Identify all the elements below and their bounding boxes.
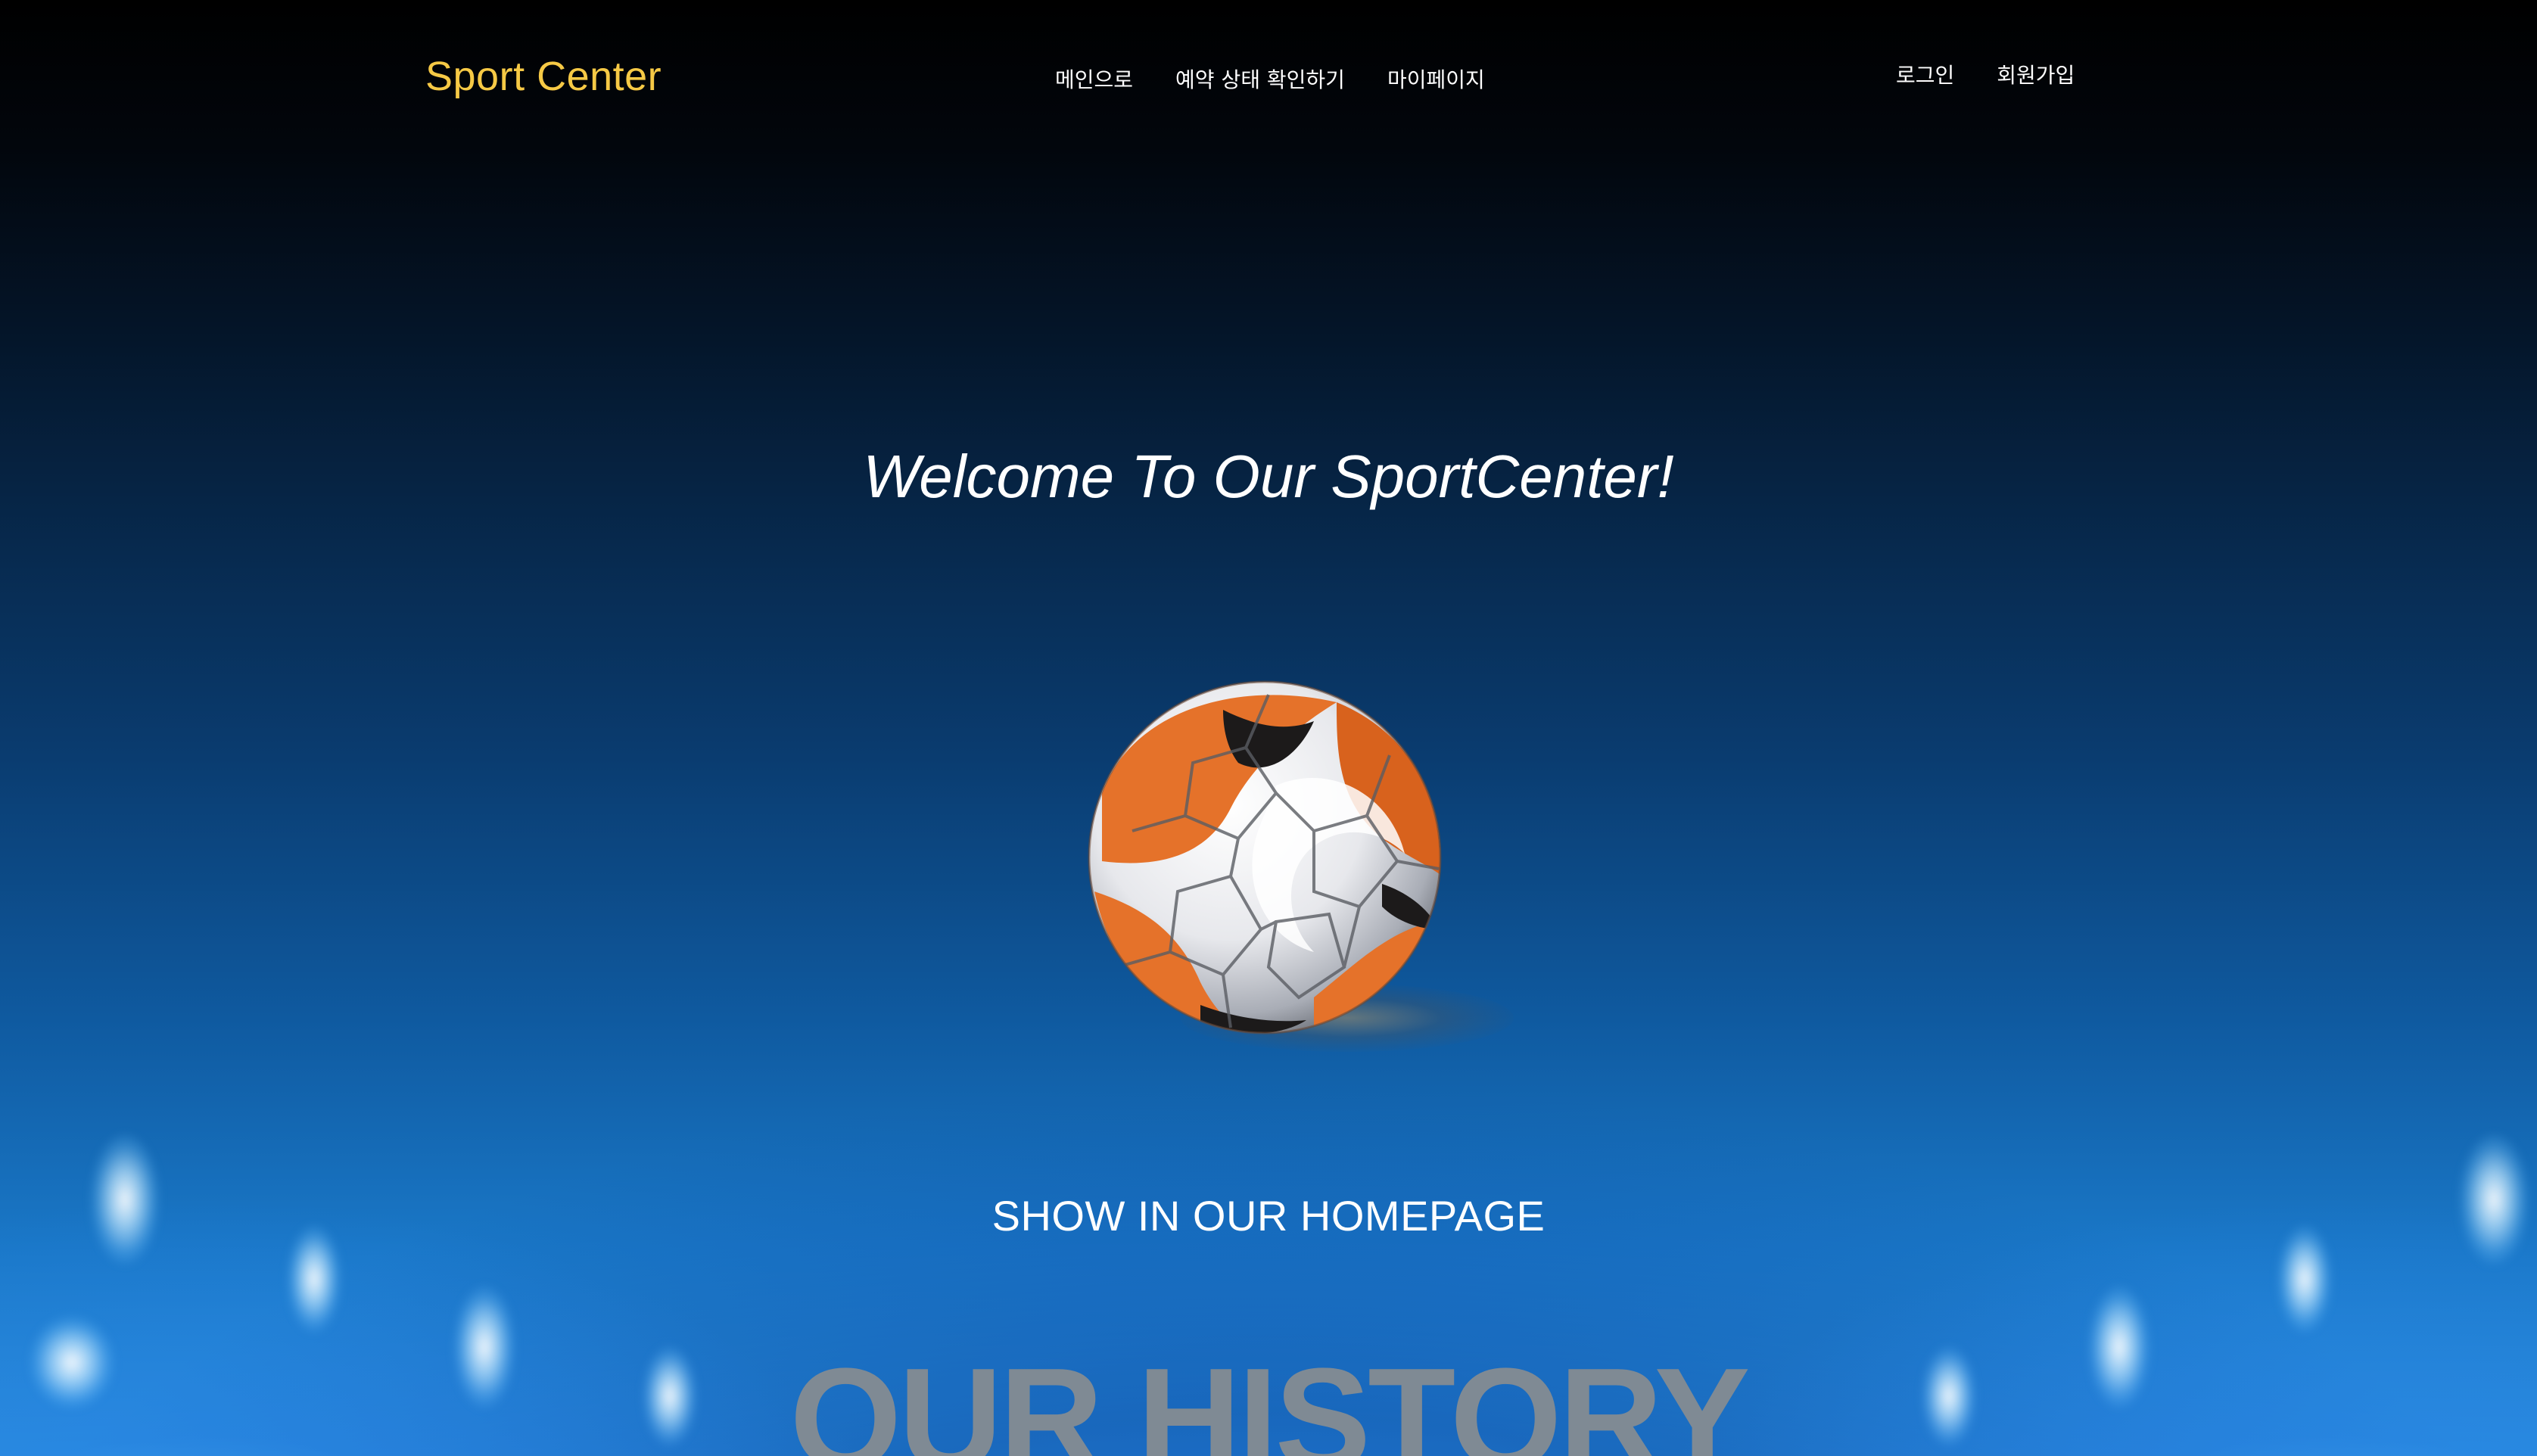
main-menu: 메인으로 예약 상태 확인하기 마이페이지 — [1055, 64, 1485, 94]
landing-page: Sport Center 메인으로 예약 상태 확인하기 마이페이지 로그인 회… — [0, 0, 2537, 1456]
nav-link-reservation-status[interactable]: 예약 상태 확인하기 — [1175, 64, 1345, 94]
stage-light — [288, 1226, 341, 1332]
brand-logo[interactable]: Sport Center — [425, 53, 661, 100]
signup-link[interactable]: 회원가입 — [1997, 59, 2075, 89]
top-navbar: Sport Center 메인으로 예약 상태 확인하기 마이페이지 로그인 회… — [0, 0, 2537, 162]
history-section-title: OUR HISTORY — [789, 1339, 1750, 1456]
nav-link-mypage[interactable]: 마이페이지 — [1387, 64, 1485, 94]
hero-subtitle: SHOW IN OUR HOMEPAGE — [991, 1192, 1546, 1240]
stage-light — [2278, 1226, 2331, 1332]
soccer-ball-icon — [1087, 680, 1443, 1035]
login-link[interactable]: 로그인 — [1896, 59, 1954, 89]
hero-title: Welcome To Our SportCenter! — [863, 443, 1674, 510]
auth-links: 로그인 회원가입 — [1896, 59, 2075, 89]
nav-link-main[interactable]: 메인으로 — [1055, 64, 1133, 94]
